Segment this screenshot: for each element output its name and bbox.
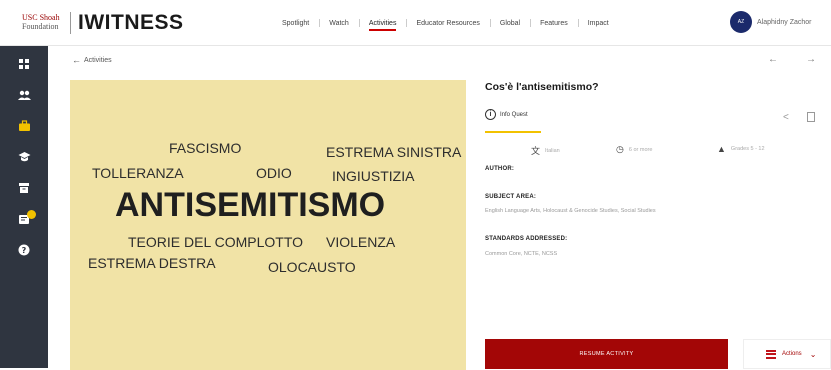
meta-grades: ▲ Grades 5 - 12 [717, 144, 765, 154]
activity-type-label: Info Quest [500, 111, 528, 118]
back-label: Activities [84, 56, 112, 64]
meta-language-value: Italian [545, 147, 560, 154]
svg-text:?: ? [22, 246, 27, 255]
activity-image-word-cloud: FASCISMO ESTREMA SINISTRA TOLLERANZA ODI… [70, 80, 466, 370]
clock-icon: ◷ [616, 144, 624, 154]
word-cloud-word: ESTREMA DESTRA [88, 255, 216, 271]
main-nav: Spotlight Watch Activities Educator Reso… [272, 0, 619, 46]
word-cloud-word: TOLLERANZA [92, 165, 184, 181]
subject-area-label: SUBJECT AREA: [485, 194, 537, 200]
briefcase-icon[interactable] [17, 120, 31, 134]
people-icon[interactable] [17, 89, 31, 103]
notification-badge [27, 210, 36, 219]
info-icon: i [485, 109, 496, 120]
meta-duration: ◷ 6 or more [616, 144, 652, 155]
author-label: AUTHOR: [485, 166, 515, 172]
chevron-down-icon: ⌄ [809, 349, 817, 359]
nav-global[interactable]: Global [489, 0, 530, 46]
standards-label: STANDARDS ADDRESSED: [485, 236, 568, 242]
activity-details-panel: Cos'è l'antisemitismo? i Info Quest < 文 … [485, 46, 831, 369]
user-name[interactable]: Alaphidny Zachor [757, 19, 811, 26]
main-content: ← Activities ← → FASCISMO ESTREMA SINIST… [48, 46, 831, 370]
subject-area-value: English Language Arts, Holocaust & Genoc… [485, 208, 656, 214]
word-cloud-word: VIOLENZA [326, 234, 396, 250]
translate-icon: 文 [531, 146, 541, 156]
activity-type: i Info Quest [485, 109, 528, 120]
bookmark-icon[interactable] [807, 112, 815, 122]
nav-spotlight[interactable]: Spotlight [272, 0, 319, 46]
usc-shoah-logo[interactable]: USC Shoah Foundation [22, 13, 66, 31]
logo-divider [70, 12, 71, 34]
iwitness-logo[interactable]: IWITNESS [78, 11, 184, 35]
actions-label: Actions [782, 351, 802, 357]
graduation-cap-icon[interactable] [17, 151, 31, 165]
logo-usc-line1: USC Shoah [22, 13, 60, 22]
word-cloud-main-word: ANTISEMITISMO [115, 186, 386, 224]
top-header: USC Shoah Foundation IWITNESS Spotlight … [0, 0, 831, 46]
activity-title: Cos'è l'antisemitismo? [485, 81, 599, 93]
help-icon[interactable]: ? [17, 244, 31, 258]
resume-activity-button[interactable]: RESUME ACTIVITY [485, 339, 728, 369]
arrow-left-icon: ← [72, 55, 81, 65]
standards-value: Common Core, NCTE, NCSS [485, 251, 558, 257]
meta-language: 文 Italian [531, 144, 560, 157]
word-cloud-word: ODIO [256, 165, 292, 181]
word-cloud-word: ESTREMA SINISTRA [326, 144, 462, 160]
graduation-cap-icon: ▲ [717, 144, 726, 154]
dashboard-icon[interactable] [17, 58, 31, 72]
actions-dropdown[interactable]: Actions ⌄ [743, 339, 831, 369]
nav-educator-resources[interactable]: Educator Resources [406, 0, 489, 46]
word-cloud-word: OLOCAUSTO [268, 259, 356, 275]
type-underline [485, 131, 541, 133]
meta-duration-value: 6 or more [628, 146, 653, 153]
list-icon [766, 349, 776, 359]
logo-usc-line2: Foundation [22, 22, 59, 31]
word-cloud-word: FASCISMO [169, 140, 242, 156]
share-icon[interactable]: < [783, 112, 789, 123]
nav-features[interactable]: Features [530, 0, 578, 46]
nav-impact[interactable]: Impact [577, 0, 619, 46]
word-cloud-word: TEORIE DEL COMPLOTTO [128, 234, 304, 250]
sidebar: ? [0, 46, 48, 368]
back-link[interactable]: ← Activities [72, 55, 112, 65]
avatar[interactable]: AZ [730, 11, 752, 33]
word-cloud-word: INGIUSTIZIA [332, 168, 415, 184]
nav-watch[interactable]: Watch [319, 0, 359, 46]
nav-activities[interactable]: Activities [358, 0, 407, 46]
user-menu[interactable]: AZ Alaphidny Zachor [730, 11, 811, 33]
archive-icon[interactable] [17, 182, 31, 196]
meta-grades-value: Grades 5 - 12 [730, 146, 765, 152]
